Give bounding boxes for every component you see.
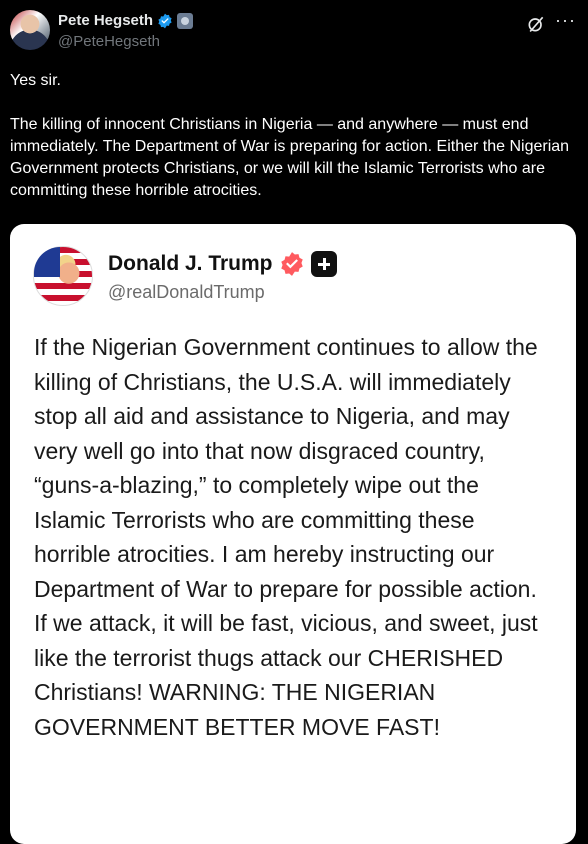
grok-icon[interactable] [526, 14, 546, 34]
author-handle[interactable]: @PeteHegseth [58, 33, 160, 50]
government-badge-icon[interactable] [177, 12, 194, 29]
post-text: Yes sir. The killing of innocent Christi… [10, 70, 580, 202]
post-header: Pete Hegseth @PeteHegseth ··· [10, 10, 578, 54]
quoted-author-row: Donald J. Trump [108, 251, 337, 277]
quoted-author-name: Donald J. Trump [108, 252, 273, 275]
post-paragraph: The killing of innocent Christians in Ni… [10, 116, 570, 199]
author-name[interactable]: Pete Hegseth [58, 12, 153, 29]
quoted-post-card[interactable]: Donald J. Trump @realDonaldTrump If the … [10, 224, 576, 844]
quoted-text: If the Nigerian Government continues to … [34, 334, 538, 740]
verified-badge-icon[interactable] [157, 13, 173, 29]
author-row: Pete Hegseth [58, 12, 194, 29]
post-paragraph: Yes sir. [10, 72, 61, 89]
avatar[interactable] [10, 10, 50, 50]
quoted-author-handle: @realDonaldTrump [108, 282, 265, 302]
truth-plus-icon [310, 251, 337, 277]
more-icon[interactable]: ··· [555, 10, 576, 31]
quoted-avatar [33, 246, 93, 306]
truth-verified-icon [280, 252, 303, 276]
